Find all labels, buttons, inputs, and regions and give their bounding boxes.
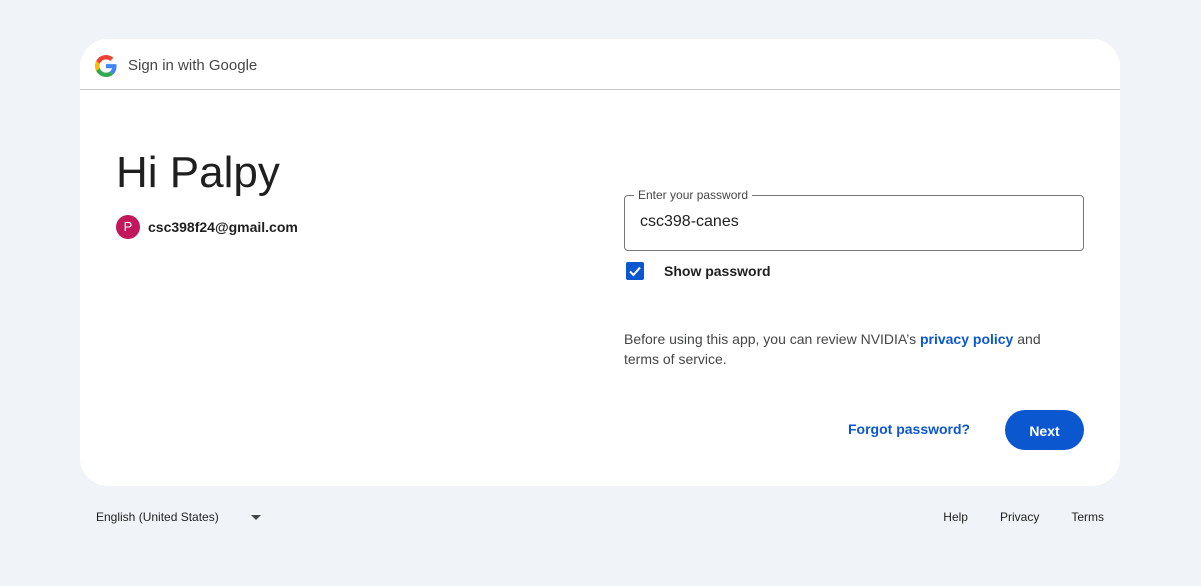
sign-in-card: Sign in with Google Hi Palpy P csc398f24… [80, 39, 1120, 486]
notice-text-before: Before using this app, you can review NV… [624, 331, 920, 347]
account-email: csc398f24@gmail.com [148, 219, 298, 235]
privacy-policy-link[interactable]: privacy policy [920, 331, 1013, 347]
footer-links: Help Privacy Terms [911, 510, 1104, 524]
next-button[interactable]: Next [1005, 410, 1084, 450]
chevron-down-icon [250, 514, 261, 520]
show-password-label: Show password [664, 263, 771, 279]
language-select[interactable]: English (United States) [96, 510, 261, 524]
header-title: Sign in with Google [128, 57, 258, 74]
privacy-link[interactable]: Privacy [1000, 510, 1039, 524]
footer: English (United States) Help Privacy Ter… [80, 503, 1120, 533]
avatar: P [116, 215, 140, 239]
password-input[interactable] [640, 213, 1060, 231]
account-chip[interactable]: P csc398f24@gmail.com [116, 215, 298, 239]
checkmark-icon [629, 266, 641, 277]
card-header: Sign in with Google [80, 39, 1120, 90]
show-password-toggle[interactable]: Show password [626, 261, 771, 281]
password-field-label: Enter your password [634, 187, 753, 203]
help-link[interactable]: Help [943, 510, 968, 524]
password-field[interactable]: Enter your password [624, 187, 1084, 251]
google-logo-icon [95, 55, 117, 77]
terms-link[interactable]: Terms [1071, 510, 1104, 524]
show-password-checkbox[interactable] [626, 262, 644, 280]
forgot-password-link[interactable]: Forgot password? [848, 421, 970, 437]
terms-notice: Before using this app, you can review NV… [624, 329, 1064, 369]
language-select-value: English (United States) [96, 510, 219, 524]
page-title: Hi Palpy [116, 148, 280, 197]
